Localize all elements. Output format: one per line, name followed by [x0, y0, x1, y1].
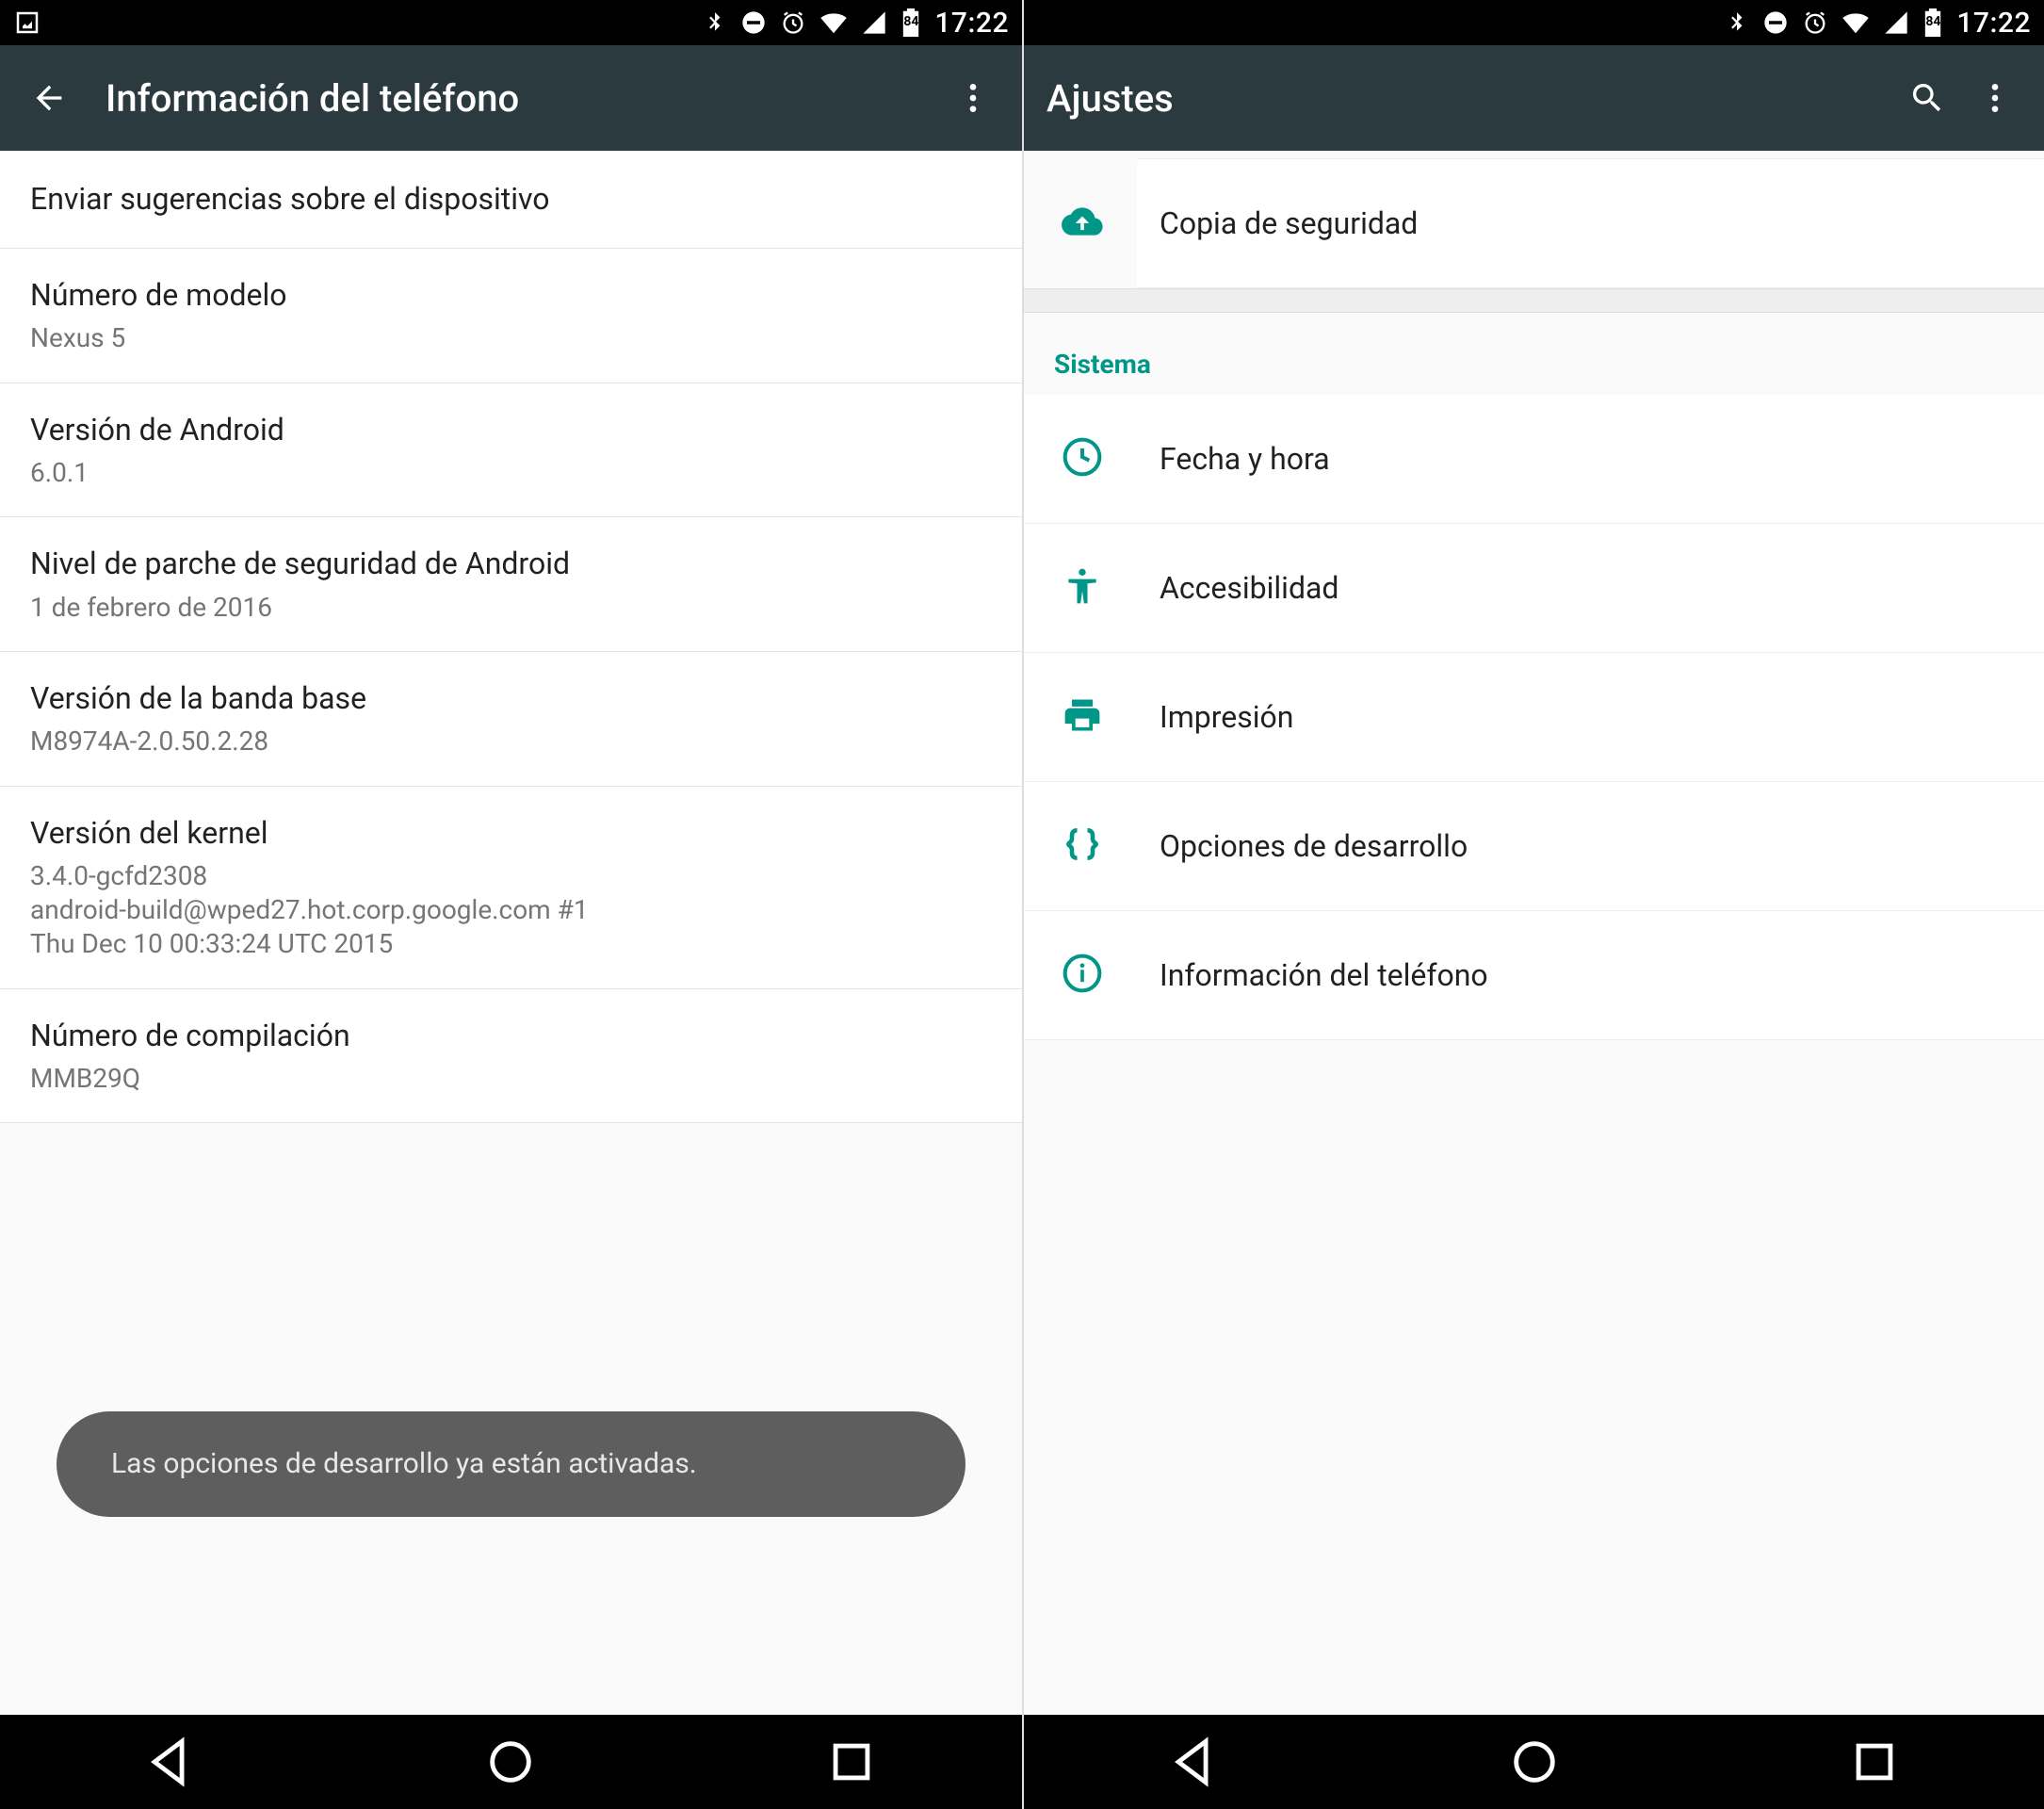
- search-button[interactable]: [1893, 79, 1961, 117]
- row-android-version[interactable]: Versión de Android 6.0.1: [0, 383, 1022, 518]
- settings-row-about-phone[interactable]: Información del teléfono: [1024, 911, 2044, 1040]
- wifi-icon: [819, 8, 848, 37]
- row-title: Nivel de parche de seguridad de Android: [30, 544, 992, 584]
- phone-left: 84 17:22 Información del teléfono Enviar…: [0, 0, 1022, 1809]
- overflow-button[interactable]: [939, 79, 1007, 117]
- bluetooth-icon: [1725, 10, 1749, 35]
- nav-recent-button[interactable]: [1790, 1735, 1959, 1789]
- nav-home-button[interactable]: [426, 1735, 595, 1789]
- action-bar: Ajustes: [1024, 45, 2044, 151]
- settings-row-developer[interactable]: Opciones de desarrollo: [1024, 782, 2044, 911]
- battery-percent: 84: [1922, 14, 1943, 29]
- nav-back-button[interactable]: [1110, 1735, 1279, 1789]
- phone-right: 84 17:22 Ajustes Copia de seguridad: [1022, 0, 2044, 1809]
- signal-icon: [1883, 9, 1909, 36]
- toast: Las opciones de desarrollo ya están acti…: [57, 1411, 965, 1518]
- settings-label: Impresión: [1152, 699, 1293, 735]
- action-bar: Información del teléfono: [0, 45, 1022, 151]
- row-sub: 1 de febrero de 2016: [30, 591, 992, 625]
- info-icon: [1062, 953, 1103, 998]
- settings-label: Información del teléfono: [1152, 957, 1488, 993]
- row-sub: Nexus 5: [30, 321, 992, 355]
- status-bar: 84 17:22: [0, 0, 1022, 45]
- section-header-sistema: Sistema: [1024, 313, 2044, 395]
- settings-label: Accesibilidad: [1152, 570, 1338, 606]
- settings-row-datetime[interactable]: Fecha y hora: [1024, 395, 2044, 524]
- picture-icon: [13, 8, 41, 37]
- bluetooth-icon: [703, 10, 727, 35]
- signal-icon: [861, 9, 887, 36]
- navigation-bar: [1024, 1715, 2044, 1809]
- settings-label: Opciones de desarrollo: [1152, 828, 1468, 864]
- row-security-patch[interactable]: Nivel de parche de seguridad de Android …: [0, 517, 1022, 652]
- settings-row-print[interactable]: Impresión: [1024, 653, 2044, 782]
- row-send-feedback[interactable]: Enviar sugerencias sobre el dispositivo: [0, 151, 1022, 249]
- alarm-icon: [780, 9, 806, 36]
- row-title: Versión de Android: [30, 410, 992, 450]
- toast-text: Las opciones de desarrollo ya están acti…: [111, 1447, 697, 1480]
- navigation-bar: [0, 1715, 1022, 1809]
- content: Enviar sugerencias sobre el dispositivo …: [0, 151, 1022, 1715]
- alarm-icon: [1802, 9, 1828, 36]
- content: Copia de seguridad Sistema Fecha y hora …: [1024, 151, 2044, 1715]
- row-title: Versión del kernel: [30, 813, 992, 854]
- battery-icon: 84: [1922, 8, 1943, 37]
- row-sub: M8974A-2.0.50.2.28: [30, 725, 992, 758]
- accessibility-icon: [1062, 565, 1103, 611]
- dnd-icon: [1762, 9, 1789, 36]
- battery-percent: 84: [900, 14, 921, 29]
- clock-time: 17:22: [1956, 7, 2031, 40]
- row-kernel[interactable]: Versión del kernel 3.4.0-gcfd2308 androi…: [0, 787, 1022, 989]
- wifi-icon: [1841, 8, 1870, 37]
- settings-label: Fecha y hora: [1152, 441, 1330, 477]
- row-baseband[interactable]: Versión de la banda base M8974A-2.0.50.2…: [0, 652, 1022, 787]
- back-button[interactable]: [15, 79, 83, 117]
- status-bar: 84 17:22: [1024, 0, 2044, 45]
- clock-icon: [1062, 436, 1103, 481]
- braces-icon: [1062, 823, 1103, 869]
- page-title: Ajustes: [1039, 76, 1893, 121]
- nav-recent-button[interactable]: [767, 1735, 936, 1789]
- section-divider: [1024, 288, 2044, 313]
- row-sub: MMB29Q: [30, 1062, 992, 1096]
- print-icon: [1062, 694, 1103, 740]
- row-title: Número de compilación: [30, 1016, 992, 1056]
- row-title: Enviar sugerencias sobre el dispositivo: [30, 179, 992, 220]
- row-sub: 6.0.1: [30, 456, 992, 490]
- settings-row-backup[interactable]: Copia de seguridad: [1137, 158, 2044, 288]
- row-model-number[interactable]: Número de modelo Nexus 5: [0, 249, 1022, 383]
- settings-label: Copia de seguridad: [1152, 205, 1418, 241]
- row-build-number[interactable]: Número de compilación MMB29Q: [0, 989, 1022, 1124]
- cloud-upload-icon: [1062, 201, 1103, 246]
- row-title: Versión de la banda base: [30, 678, 992, 719]
- row-sub: 3.4.0-gcfd2308 android-build@wped27.hot.…: [30, 859, 992, 962]
- overflow-button[interactable]: [1961, 79, 2029, 117]
- clock-time: 17:22: [934, 7, 1009, 40]
- page-title: Información del teléfono: [83, 76, 939, 121]
- row-title: Número de modelo: [30, 275, 992, 316]
- settings-row-accessibility[interactable]: Accesibilidad: [1024, 524, 2044, 653]
- nav-home-button[interactable]: [1450, 1735, 1619, 1789]
- dnd-icon: [740, 9, 767, 36]
- battery-icon: 84: [900, 8, 921, 37]
- nav-back-button[interactable]: [86, 1735, 255, 1789]
